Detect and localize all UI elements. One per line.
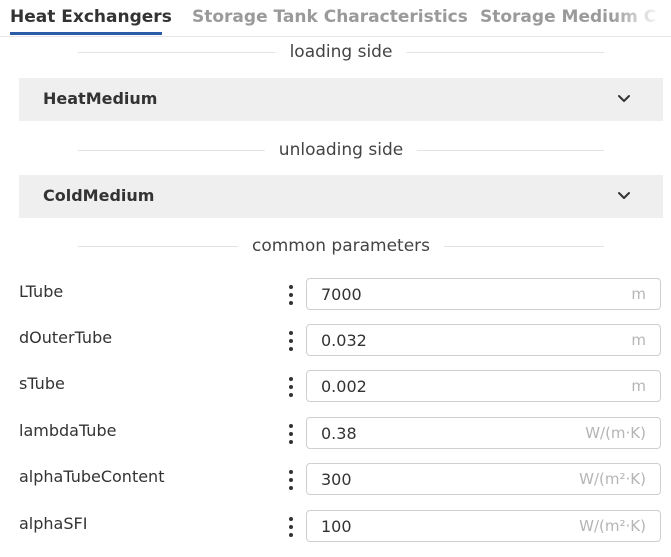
group-title-cold-medium: ColdMedium — [43, 186, 155, 205]
group-title-heat-medium: HeatMedium — [43, 89, 158, 108]
param-input-lambda-tube[interactable] — [321, 418, 541, 448]
param-name: LTube — [19, 282, 64, 301]
group-cold-medium[interactable]: ColdMedium — [19, 175, 663, 218]
param-field-stube: m — [306, 370, 661, 402]
param-field-douter-tube: m — [306, 324, 661, 356]
param-row-stube: sTube m — [0, 369, 671, 403]
param-input-stube[interactable] — [321, 371, 541, 401]
tab-heat-exchangers[interactable]: Heat Exchangers — [10, 7, 172, 27]
param-input-alpha-tube-content[interactable] — [321, 464, 541, 494]
section-divider-loading: loading side — [78, 39, 604, 65]
param-unit: m — [631, 285, 646, 303]
tab-bar: Heat Exchangers Storage Tank Characteris… — [0, 0, 671, 37]
vertical-dots-icon[interactable] — [283, 422, 299, 446]
param-unit: W/(m²·K) — [579, 470, 646, 488]
chevron-down-icon[interactable] — [617, 92, 631, 106]
section-label-loading: loading side — [275, 39, 407, 65]
group-heat-medium[interactable]: HeatMedium — [19, 78, 663, 121]
active-tab-indicator — [10, 32, 162, 35]
param-row-alpha-sfi: alphaSFI W/(m²·K) — [0, 509, 671, 543]
vertical-dots-icon[interactable] — [283, 515, 299, 539]
tab-overflow-fade — [611, 0, 671, 34]
section-label-common: common parameters — [237, 233, 445, 259]
param-row-ltube: LTube m — [0, 277, 671, 311]
param-unit: W/(m·K) — [585, 424, 646, 442]
param-field-lambda-tube: W/(m·K) — [306, 417, 661, 449]
param-row-lambda-tube: lambdaTube W/(m·K) — [0, 416, 671, 450]
param-row-douter-tube: dOuterTube m — [0, 323, 671, 357]
param-unit: m — [631, 331, 646, 349]
param-row-alpha-tube-content: alphaTubeContent W/(m²·K) — [0, 462, 671, 496]
vertical-dots-icon[interactable] — [283, 375, 299, 399]
section-divider-common: common parameters — [78, 233, 604, 259]
param-input-douter-tube[interactable] — [321, 325, 541, 355]
param-unit: m — [631, 377, 646, 395]
param-unit: W/(m²·K) — [579, 517, 646, 535]
param-field-ltube: m — [306, 278, 661, 310]
param-name: alphaSFI — [19, 514, 88, 533]
chevron-down-icon[interactable] — [617, 189, 631, 203]
param-name: lambdaTube — [19, 421, 117, 440]
param-field-alpha-tube-content: W/(m²·K) — [306, 463, 661, 495]
section-divider-unloading: unloading side — [78, 137, 604, 163]
vertical-dots-icon[interactable] — [283, 329, 299, 353]
section-label-unloading: unloading side — [264, 137, 418, 163]
vertical-dots-icon[interactable] — [283, 468, 299, 492]
param-name: dOuterTube — [19, 328, 113, 347]
param-input-alpha-sfi[interactable] — [321, 511, 541, 541]
param-name: sTube — [19, 374, 65, 393]
param-input-ltube[interactable] — [321, 279, 541, 309]
tab-storage-tank-characteristics[interactable]: Storage Tank Characteristics — [192, 7, 468, 27]
vertical-dots-icon[interactable] — [283, 283, 299, 307]
param-field-alpha-sfi: W/(m²·K) — [306, 510, 661, 542]
param-name: alphaTubeContent — [19, 467, 165, 486]
